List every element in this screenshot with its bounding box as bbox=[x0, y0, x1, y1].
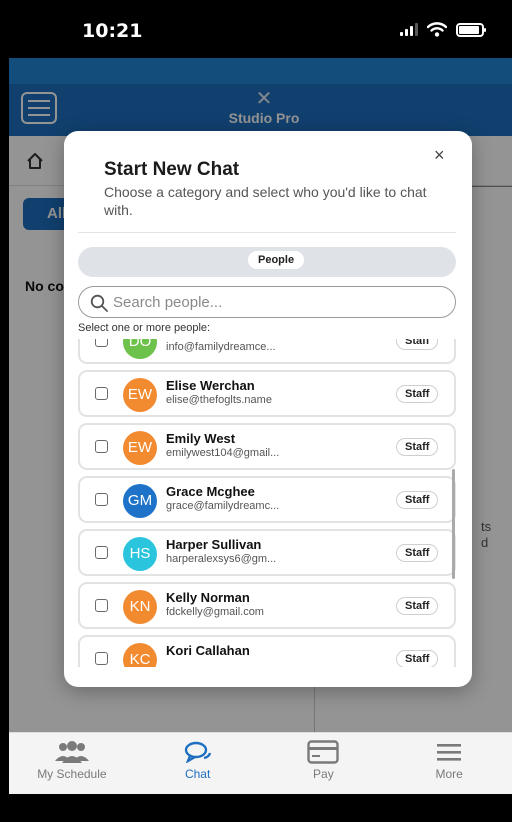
tab-more[interactable]: More bbox=[386, 733, 512, 794]
role-badge: Staff bbox=[396, 650, 439, 667]
avatar: EW bbox=[123, 431, 157, 465]
tab-label: Chat bbox=[184, 767, 211, 781]
avatar: KC bbox=[123, 643, 157, 667]
segment-people[interactable]: People bbox=[248, 251, 305, 269]
tab-my-schedule[interactable]: My Schedule bbox=[9, 733, 135, 794]
close-button[interactable]: × bbox=[434, 145, 445, 166]
select-people-label: Select one or more people: bbox=[78, 322, 211, 334]
chat-icon bbox=[184, 741, 211, 763]
person-name: Kelly Norman bbox=[166, 590, 250, 605]
list-item[interactable]: GM Grace Mcghee grace@familydreamc... St… bbox=[78, 476, 456, 523]
person-email: fdckelly@gmail.com bbox=[166, 606, 264, 618]
role-badge: Staff bbox=[396, 491, 439, 509]
list-item[interactable]: EW Elise Werchan elise@thefoglts.name St… bbox=[78, 370, 456, 417]
modal-title: Start New Chat bbox=[104, 159, 240, 180]
avatar: EW bbox=[123, 378, 157, 412]
person-email: elise@thefoglts.name bbox=[166, 394, 272, 406]
role-badge: Staff bbox=[396, 544, 439, 562]
people-list: DO info@familydreamce... Staff EW Elise … bbox=[78, 339, 458, 667]
person-name: Elise Werchan bbox=[166, 378, 255, 393]
person-email: harperalexsys6@gm... bbox=[166, 553, 277, 565]
start-new-chat-modal: × Start New Chat Choose a category and s… bbox=[64, 131, 472, 687]
category-segmented-control: People bbox=[78, 247, 456, 277]
list-item[interactable]: EW Emily West emilywest104@gmail... Staf… bbox=[78, 423, 456, 470]
battery-icon bbox=[456, 22, 486, 37]
checkbox[interactable] bbox=[95, 652, 108, 665]
search-field bbox=[78, 286, 456, 318]
list-item[interactable]: HS Harper Sullivan harperalexsys6@gm... … bbox=[78, 529, 456, 576]
checkbox[interactable] bbox=[95, 493, 108, 506]
list-item[interactable]: KC Kori Callahan Staff bbox=[78, 635, 456, 667]
role-badge: Staff bbox=[396, 385, 439, 403]
status-bar: 10:21 bbox=[0, 0, 512, 58]
tab-pay[interactable]: Pay bbox=[261, 733, 387, 794]
avatar: GM bbox=[123, 484, 157, 518]
wifi-icon bbox=[427, 22, 447, 37]
list-item[interactable]: DO info@familydreamce... Staff bbox=[78, 339, 456, 364]
role-badge: Staff bbox=[396, 339, 439, 350]
search-icon bbox=[90, 294, 108, 312]
tab-label: Pay bbox=[313, 767, 334, 781]
status-time: 10:21 bbox=[82, 20, 143, 42]
menu-icon bbox=[437, 744, 462, 761]
people-icon bbox=[54, 741, 89, 763]
card-icon bbox=[307, 740, 340, 764]
checkbox[interactable] bbox=[95, 339, 108, 347]
person-name: Emily West bbox=[166, 431, 236, 446]
avatar: DO bbox=[123, 339, 157, 359]
checkbox[interactable] bbox=[95, 546, 108, 559]
role-badge: Staff bbox=[396, 597, 439, 615]
person-email: emilywest104@gmail... bbox=[166, 447, 280, 459]
tab-chat[interactable]: Chat bbox=[135, 733, 261, 794]
checkbox[interactable] bbox=[95, 440, 108, 453]
role-badge: Staff bbox=[396, 438, 439, 456]
person-name: Grace Mcghee bbox=[166, 484, 255, 499]
avatar: KN bbox=[123, 590, 157, 624]
status-icons bbox=[400, 22, 486, 37]
tab-label: More bbox=[435, 767, 463, 781]
divider bbox=[78, 232, 456, 233]
avatar: HS bbox=[123, 537, 157, 571]
list-item[interactable]: KN Kelly Norman fdckelly@gmail.com Staff bbox=[78, 582, 456, 629]
person-name: Harper Sullivan bbox=[166, 537, 262, 552]
modal-subtitle: Choose a category and select who you'd l… bbox=[104, 184, 427, 218]
person-name: Kori Callahan bbox=[166, 643, 250, 658]
signal-icon bbox=[400, 23, 418, 36]
home-indicator-area bbox=[0, 794, 512, 822]
checkbox[interactable] bbox=[95, 599, 108, 612]
list-scrollbar[interactable] bbox=[452, 469, 455, 579]
person-email: grace@familydreamc... bbox=[166, 500, 280, 512]
search-input[interactable] bbox=[113, 291, 443, 313]
person-email: info@familydreamce... bbox=[166, 341, 276, 353]
bottom-tab-bar: My Schedule Chat Pay More bbox=[9, 732, 512, 794]
checkbox[interactable] bbox=[95, 387, 108, 400]
tab-label: My Schedule bbox=[37, 767, 107, 781]
